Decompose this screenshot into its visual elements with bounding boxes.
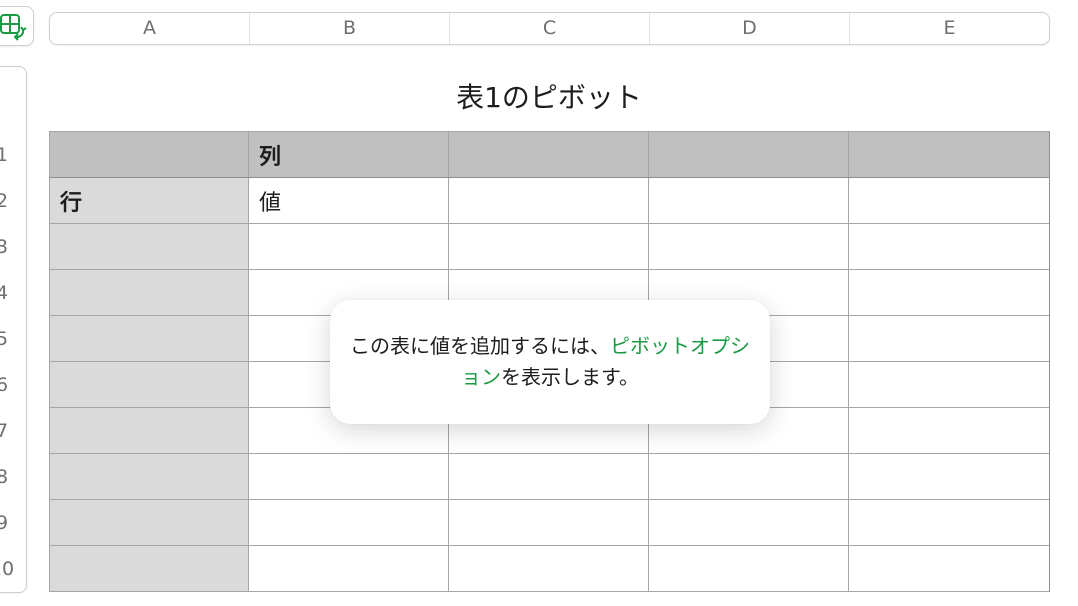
- row-header-8[interactable]: 8: [0, 454, 17, 500]
- cell-a1[interactable]: [49, 131, 249, 178]
- column-header-b[interactable]: B: [250, 13, 450, 44]
- row-header-7[interactable]: 7: [0, 408, 17, 454]
- column-header-d[interactable]: D: [650, 13, 850, 44]
- cell-a4[interactable]: [49, 270, 249, 316]
- cell-e5[interactable]: [849, 316, 1050, 362]
- table-right-edge: [1049, 131, 1050, 592]
- cell-a9[interactable]: [49, 500, 249, 546]
- cell-d1[interactable]: [649, 131, 849, 178]
- row-header-10[interactable]: 10: [0, 546, 17, 592]
- cell-b3[interactable]: [249, 224, 449, 270]
- pivot-options-button[interactable]: [0, 6, 34, 46]
- row-header-6[interactable]: 6: [0, 362, 17, 408]
- cell-a7[interactable]: [49, 408, 249, 454]
- table-title[interactable]: 表1のピボット: [349, 76, 749, 120]
- row-header-9[interactable]: 9: [0, 500, 17, 546]
- cell-e1[interactable]: [849, 131, 1050, 178]
- cell-b8[interactable]: [249, 454, 449, 500]
- popover-message: この表に値を追加するには、ピボットオプションを表示します。: [350, 331, 750, 393]
- cell-a10[interactable]: [49, 546, 249, 592]
- cell-d8[interactable]: [649, 454, 849, 500]
- column-header-a[interactable]: A: [50, 13, 250, 44]
- spreadsheet-canvas: A B C D E 1 2 3 4 5 6 7 8 9 10 表1のピボット 列…: [0, 0, 1078, 606]
- column-header-c[interactable]: C: [450, 13, 650, 44]
- cell-a2-row-label[interactable]: 行: [49, 178, 249, 224]
- cell-c10[interactable]: [449, 546, 649, 592]
- cell-e10[interactable]: [849, 546, 1050, 592]
- cell-b10[interactable]: [249, 546, 449, 592]
- cell-b9[interactable]: [249, 500, 449, 546]
- row-header-4[interactable]: 4: [0, 270, 17, 316]
- popover-text-before: この表に値を追加するには、: [350, 334, 610, 358]
- cell-a5[interactable]: [49, 316, 249, 362]
- empty-pivot-popover: この表に値を追加するには、ピボットオプションを表示します。: [330, 300, 770, 424]
- row-header-5[interactable]: 5: [0, 316, 17, 362]
- cell-c9[interactable]: [449, 500, 649, 546]
- row-header-3[interactable]: 3: [0, 224, 17, 270]
- row-header-bar: 1 2 3 4 5 6 7 8 9 10: [0, 66, 27, 593]
- cell-d2[interactable]: [649, 178, 849, 224]
- cell-e3[interactable]: [849, 224, 1050, 270]
- cell-e7[interactable]: [849, 408, 1050, 454]
- cell-e2[interactable]: [849, 178, 1050, 224]
- column-header-bar: A B C D E: [49, 12, 1050, 45]
- cell-e9[interactable]: [849, 500, 1050, 546]
- column-header-e[interactable]: E: [850, 13, 1049, 44]
- cell-e6[interactable]: [849, 362, 1050, 408]
- cell-b1-column-label[interactable]: 列: [249, 131, 449, 178]
- cell-a3[interactable]: [49, 224, 249, 270]
- cell-e4[interactable]: [849, 270, 1050, 316]
- cell-c3[interactable]: [449, 224, 649, 270]
- cell-c8[interactable]: [449, 454, 649, 500]
- cell-c1[interactable]: [449, 131, 649, 178]
- cell-d9[interactable]: [649, 500, 849, 546]
- cell-a8[interactable]: [49, 454, 249, 500]
- cell-e8[interactable]: [849, 454, 1050, 500]
- popover-text-after: を表示します。: [501, 365, 639, 389]
- cell-c2[interactable]: [449, 178, 649, 224]
- cell-a6[interactable]: [49, 362, 249, 408]
- row-header-2[interactable]: 2: [0, 178, 17, 224]
- cell-d10[interactable]: [649, 546, 849, 592]
- cell-b2-value-label[interactable]: 値: [249, 178, 449, 224]
- row-header-1[interactable]: 1: [0, 132, 17, 178]
- cell-d3[interactable]: [649, 224, 849, 270]
- pivot-table-icon: [0, 14, 27, 41]
